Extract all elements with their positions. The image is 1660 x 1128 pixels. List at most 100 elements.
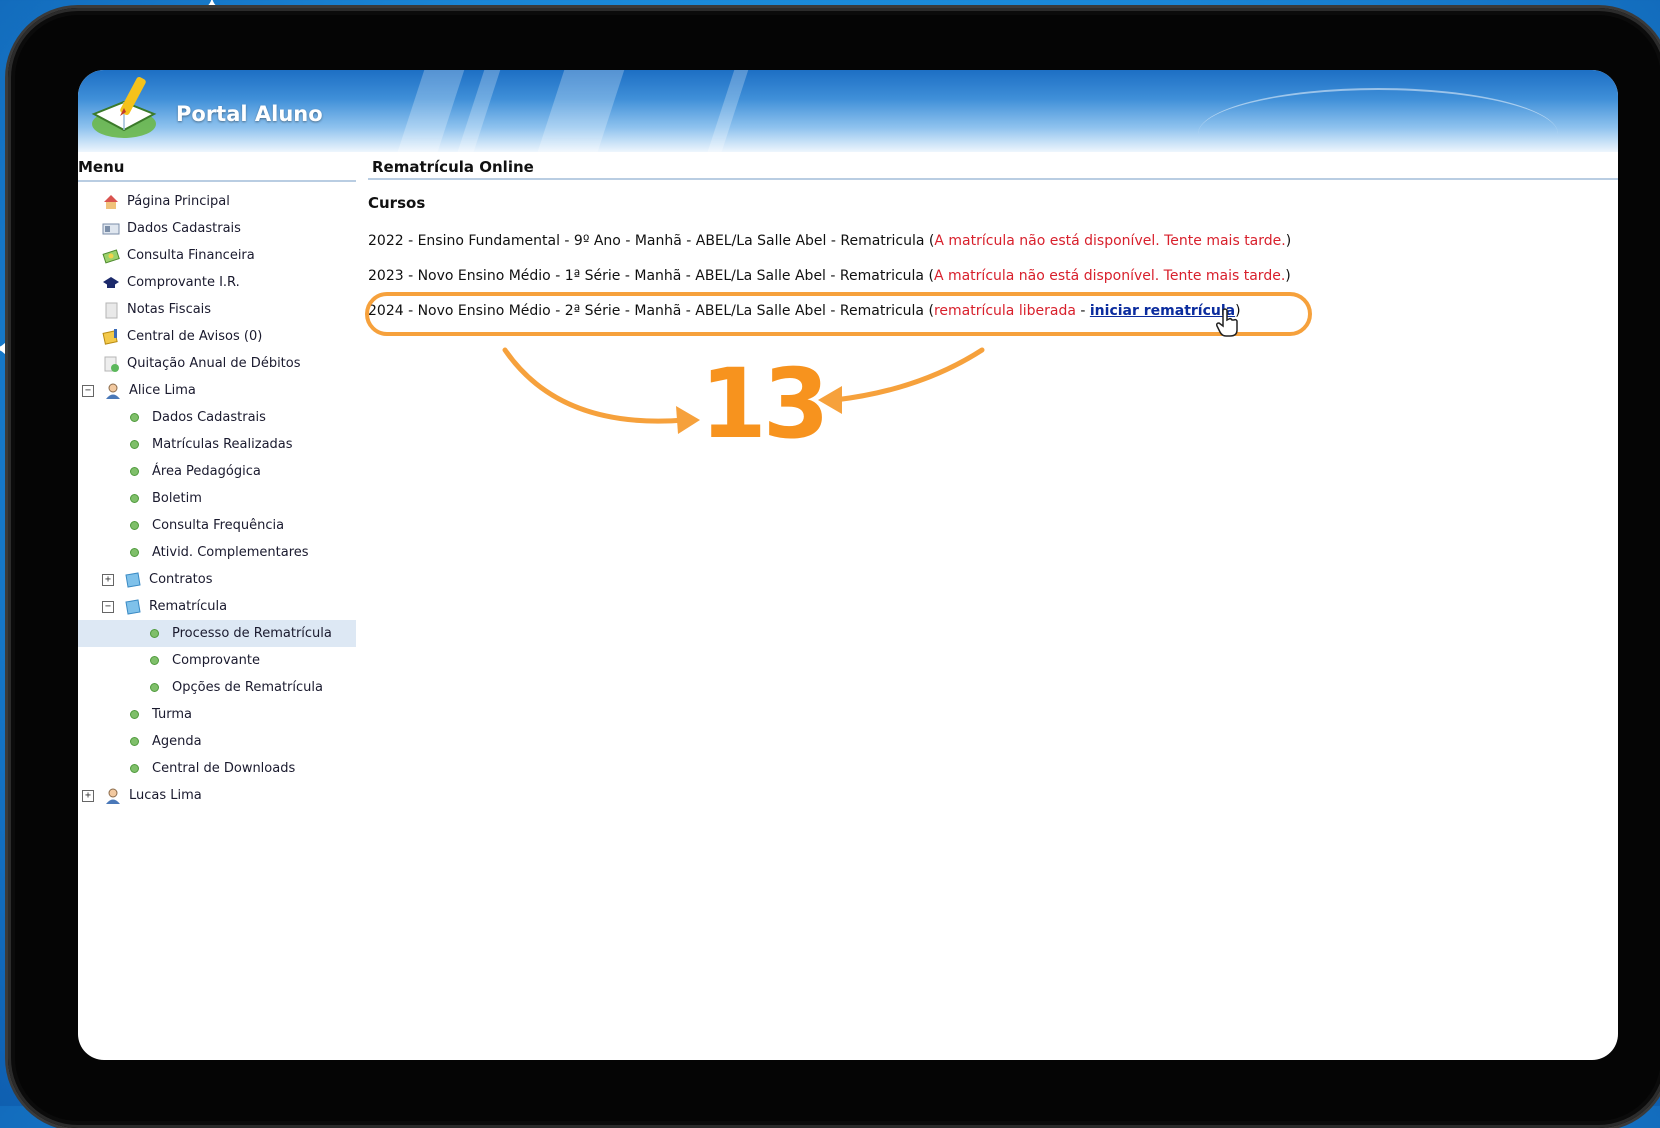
folder-icon: [125, 571, 141, 588]
menu-item-central-avisos[interactable]: Central de Avisos (0): [78, 323, 356, 350]
expand-toggle-icon[interactable]: +: [82, 789, 94, 802]
course-list: 2022 - Ensino Fundamental - 9º Ano - Man…: [368, 224, 1618, 329]
menu-list: Página Principal Dados Cadastrais Consul…: [78, 182, 356, 809]
bullet-icon: [130, 494, 139, 503]
menu-item-boletim[interactable]: Boletim: [78, 485, 356, 512]
banner-swoosh: [1198, 88, 1558, 152]
notice-icon: [102, 328, 118, 345]
book-logo-icon[interactable]: [84, 74, 162, 144]
menu-item-label: Central de Avisos (0): [127, 329, 263, 344]
course-row: 2022 - Ensino Fundamental - 9º Ano - Man…: [368, 224, 1618, 259]
bullet-icon: [130, 737, 139, 746]
course-status: A matrícula não está disponível. Tente m…: [933, 268, 1286, 284]
money-icon: [102, 248, 120, 264]
folder-icon: [125, 598, 141, 615]
document-icon: [105, 302, 118, 318]
menu-item-label: Área Pedagógica: [152, 464, 261, 479]
bullet-icon: [130, 710, 139, 719]
menu-item-label: Boletim: [152, 491, 202, 506]
menu-item-opcoes-rematricula[interactable]: Opções de Rematrícula: [78, 674, 356, 701]
bullet-icon: [130, 467, 139, 476]
receipt-icon: [103, 276, 119, 288]
menu-heading: Menu: [78, 158, 356, 182]
course-separator: -: [1075, 303, 1090, 319]
banner-light-beam: [525, 70, 631, 152]
bullet-icon: [150, 629, 159, 638]
id-card-icon: [102, 223, 120, 234]
menu-item-agenda[interactable]: Agenda: [78, 728, 356, 755]
course-text: 2024 - Novo Ensino Médio - 2ª Série - Ma…: [368, 303, 925, 319]
menu-item-label: Processo de Rematrícula: [172, 626, 332, 641]
menu-item-central-downloads[interactable]: Central de Downloads: [78, 755, 356, 782]
menu-item-label: Quitação Anual de Débitos: [127, 356, 301, 371]
menu-item-label: Consulta Frequência: [152, 518, 285, 533]
course-text: 2023 - Novo Ensino Médio - 1ª Série - Ma…: [368, 268, 925, 284]
menu-item-dados-cadastrais[interactable]: Dados Cadastrais: [78, 215, 356, 242]
expand-toggle-icon[interactable]: +: [102, 573, 114, 586]
menu-item-contratos[interactable]: + Contratos: [78, 566, 356, 593]
bullet-icon: [130, 413, 139, 422]
menu-item-matriculas-realizadas[interactable]: Matrículas Realizadas: [78, 431, 356, 458]
bullet-icon: [130, 764, 139, 773]
menu-item-rematricula[interactable]: − Rematrícula: [78, 593, 356, 620]
menu-item-label: Dados Cadastrais: [152, 410, 266, 425]
menu-item-comprovante-ir[interactable]: Comprovante I.R.: [78, 269, 356, 296]
course-row: 2024 - Novo Ensino Médio - 2ª Série - Ma…: [368, 294, 1618, 329]
banner-light-beam: [695, 70, 755, 152]
document-check-icon: [104, 356, 119, 372]
user-icon: [106, 383, 120, 399]
menu-item-area-pedagogica[interactable]: Área Pedagógica: [78, 458, 356, 485]
course-text: 2022 - Ensino Fundamental - 9º Ano - Man…: [368, 233, 925, 249]
sidebar-menu: Menu Página Principal Dados Cadastrais C…: [78, 158, 356, 809]
browser-screen: Portal Aluno Menu Página Principal Dados…: [78, 70, 1618, 1060]
banner-light-beam: [385, 70, 471, 152]
user-icon: [106, 788, 120, 804]
section-title: Cursos: [368, 194, 426, 212]
menu-item-label: Contratos: [149, 572, 213, 587]
menu-item-alice-dados-cadastrais[interactable]: Dados Cadastrais: [78, 404, 356, 431]
tablet-frame: Portal Aluno Menu Página Principal Dados…: [8, 8, 1660, 1128]
menu-item-label: Notas Fiscais: [127, 302, 212, 317]
menu-item-notas-fiscais[interactable]: Notas Fiscais: [78, 296, 356, 323]
home-icon: [104, 194, 118, 209]
portal-title: Portal Aluno: [176, 102, 323, 126]
menu-item-label: Comprovante I.R.: [127, 275, 240, 290]
course-row: 2023 - Novo Ensino Médio - 1ª Série - Ma…: [368, 259, 1618, 294]
menu-item-pagina-principal[interactable]: Página Principal: [78, 188, 356, 215]
menu-item-label: Consulta Financeira: [127, 248, 255, 263]
main-content: Rematrícula Online Cursos 2022 - Ensino …: [368, 158, 1618, 329]
portal-header-banner: Portal Aluno: [78, 70, 1618, 152]
bullet-icon: [130, 521, 139, 530]
step-number-annotation: 13: [700, 348, 830, 460]
menu-item-label: Agenda: [152, 734, 202, 749]
menu-item-comprovante[interactable]: Comprovante: [78, 647, 356, 674]
course-status: rematrícula liberada: [933, 303, 1076, 319]
menu-item-ativid-complementares[interactable]: Ativid. Complementares: [78, 539, 356, 566]
bullet-icon: [130, 548, 139, 557]
course-paren-close: ): [1285, 233, 1292, 249]
bullet-icon: [130, 440, 139, 449]
menu-item-processo-rematricula[interactable]: Processo de Rematrícula: [78, 620, 356, 647]
menu-item-consulta-frequencia[interactable]: Consulta Frequência: [78, 512, 356, 539]
hand-cursor-icon: [1216, 308, 1238, 337]
course-status: A matrícula não está disponível. Tente m…: [934, 233, 1286, 249]
menu-item-alice-lima[interactable]: − Alice Lima: [78, 377, 356, 404]
menu-item-label: Rematrícula: [149, 599, 228, 614]
iniciar-rematricula-link[interactable]: iniciar rematrícula: [1090, 303, 1235, 319]
menu-item-quitacao-anual[interactable]: Quitação Anual de Débitos: [78, 350, 356, 377]
menu-item-label: Lucas Lima: [129, 788, 202, 803]
menu-item-label: Página Principal: [127, 194, 230, 209]
collapse-toggle-icon[interactable]: −: [82, 384, 94, 397]
menu-item-label: Turma: [152, 707, 192, 722]
course-paren-close: ): [1285, 268, 1291, 284]
page-title: Rematrícula Online: [368, 158, 1618, 180]
menu-item-label: Opções de Rematrícula: [172, 680, 323, 695]
menu-item-label: Dados Cadastrais: [127, 221, 241, 236]
menu-item-consulta-financeira[interactable]: Consulta Financeira: [78, 242, 356, 269]
menu-item-lucas-lima[interactable]: + Lucas Lima: [78, 782, 356, 809]
menu-item-label: Ativid. Complementares: [152, 545, 309, 560]
collapse-toggle-icon[interactable]: −: [102, 600, 114, 613]
bullet-icon: [150, 683, 159, 692]
menu-item-label: Matrículas Realizadas: [152, 437, 293, 452]
menu-item-turma[interactable]: Turma: [78, 701, 356, 728]
